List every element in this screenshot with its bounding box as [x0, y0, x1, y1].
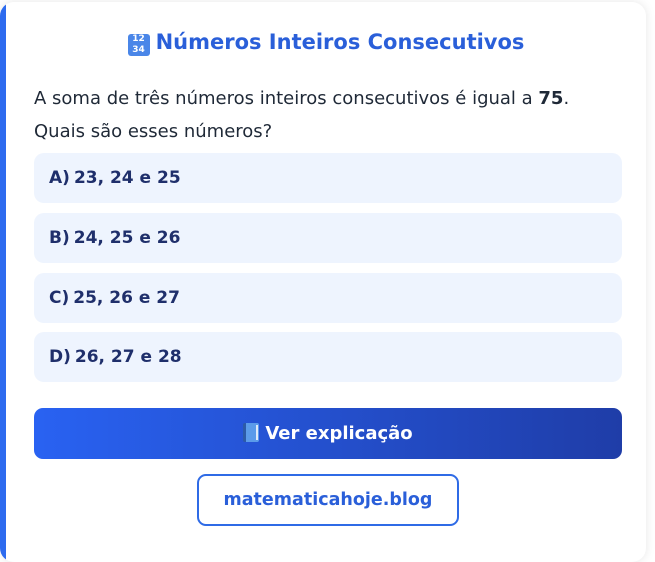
question-text-before: A soma de três números inteiros consecut… — [34, 88, 539, 109]
option-text: 24, 25 e 26 — [73, 228, 181, 248]
option-text: 25, 26 e 27 — [73, 288, 180, 308]
option-c[interactable]: C) 25, 26 e 27 — [34, 273, 622, 323]
book-icon — [243, 423, 260, 442]
icon-text-bottom: 34 — [132, 45, 145, 55]
show-explanation-button[interactable]: Ver explicação — [34, 408, 622, 459]
option-b[interactable]: B) 24, 25 e 26 — [34, 213, 622, 263]
option-letter: A) — [49, 168, 70, 188]
question-text: A soma de três números inteiros consecut… — [34, 82, 614, 148]
option-letter: B) — [49, 228, 70, 248]
option-text: 26, 27 e 28 — [74, 347, 182, 367]
option-letter: D) — [49, 347, 71, 367]
question-highlight: 75 — [538, 88, 564, 109]
option-text: 23, 24 e 25 — [73, 168, 181, 188]
quiz-card: 12 34 Números Inteiros Consecutivos A soma… — [0, 2, 646, 562]
show-explanation-label: Ver explicação — [265, 423, 413, 444]
option-letter: C) — [49, 288, 70, 308]
site-link-button[interactable]: matematicahoje.blog — [197, 474, 459, 526]
option-a[interactable]: A) 23, 24 e 25 — [34, 153, 622, 203]
quiz-title: 12 34 Números Inteiros Consecutivos — [6, 30, 646, 56]
card-accent-bar — [0, 2, 6, 562]
icon-text-top: 12 — [132, 34, 145, 44]
numbers-1234-icon: 12 34 — [127, 34, 150, 56]
quiz-title-text: Números Inteiros Consecutivos — [155, 30, 525, 54]
option-d[interactable]: D) 26, 27 e 28 — [34, 332, 622, 382]
